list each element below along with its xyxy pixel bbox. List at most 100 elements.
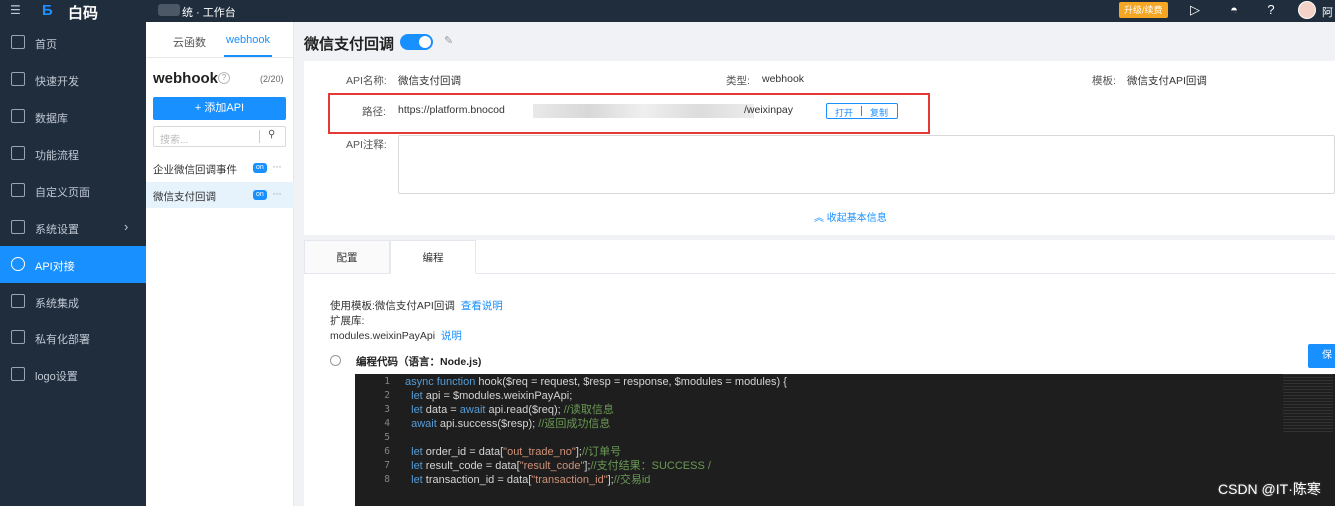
sidebar-item-label: logo设置: [35, 371, 78, 383]
code-label: 编程代码（语言：Node.js): [356, 356, 482, 368]
code-line: 2 let api = $modules.weixinPayApi;: [355, 389, 1335, 403]
code-line: 4 await api.success($resp); //返回成功信息: [355, 417, 1335, 431]
editor-card: 配置 编程 使用模板:微信支付API回调 查看说明 扩展库: modules.w…: [304, 240, 1335, 506]
view-doc-link[interactable]: 查看说明: [461, 300, 503, 312]
ext-label: 扩展库:: [330, 315, 365, 327]
sidebar-item-api[interactable]: API对接: [0, 246, 146, 283]
flow-icon: [11, 146, 25, 160]
usage-template-value: 微信支付API回调: [374, 300, 455, 312]
edit-icon[interactable]: ✎: [444, 34, 453, 47]
tab-programming[interactable]: 编程: [390, 240, 476, 274]
sidebar-item-private-deploy[interactable]: 私有化部署: [0, 319, 146, 356]
active-tab-indicator: [224, 55, 272, 57]
search-input[interactable]: 搜索...: [153, 126, 286, 147]
api-comment-field[interactable]: [398, 135, 1335, 194]
path-label: 路径:: [362, 106, 386, 118]
api-count: (2/20): [260, 74, 284, 84]
ext-doc-link[interactable]: 说明: [441, 330, 462, 342]
line-number: 6: [384, 446, 390, 457]
sidebar-item-label: 系统集成: [35, 298, 79, 310]
panel-title: webhook: [153, 70, 219, 87]
top-bar: ☰ Ƃ 白码 统 · 工作台 升级/续费 ▷ ◓ ? 阿: [0, 0, 1335, 22]
path-value-prefix: https://platform.bnocod: [398, 104, 505, 116]
add-api-button[interactable]: + 添加API: [153, 97, 286, 120]
logo-text: 白码: [68, 5, 99, 22]
code-line: 3 let data = await api.read($req); //读取信…: [355, 403, 1335, 417]
line-number: 8: [384, 474, 390, 485]
help-icon[interactable]: ?: [218, 72, 230, 84]
sidebar-item-label: 私有化部署: [35, 334, 90, 346]
sidebar-item-label: 功能流程: [35, 150, 79, 162]
list-item[interactable]: 企业微信回调事件 on ···: [146, 155, 294, 181]
upgrade-button[interactable]: 升级/续费: [1119, 2, 1168, 18]
status-badge: on: [253, 190, 267, 200]
sidebar-item-logo[interactable]: logo设置: [0, 356, 146, 393]
enable-toggle[interactable]: [400, 34, 433, 50]
code-line: 6 let order_id = data["out_trade_no"];//…: [355, 445, 1335, 459]
type-label: 类型:: [726, 75, 750, 87]
code-radio[interactable]: [330, 355, 341, 366]
path-value-suffix: /weixinpay: [744, 104, 794, 116]
code-text: let api = $modules.weixinPayApi;: [411, 390, 573, 402]
chevron-up-icon: ︽: [814, 213, 827, 224]
play-icon[interactable]: ▷: [1187, 2, 1203, 18]
sidebar-item-home[interactable]: 首页: [0, 24, 146, 61]
chevron-right-icon: ›: [124, 219, 129, 234]
sidebar-item-database[interactable]: 数据库: [0, 98, 146, 135]
code-text: let result_code = data["result_code"];//…: [411, 460, 711, 472]
sidebar-item-custom-page[interactable]: 自定义页面: [0, 172, 146, 209]
help-icon[interactable]: ?: [1263, 2, 1279, 18]
code-minimap[interactable]: [1283, 374, 1333, 434]
api-name-label: API名称:: [346, 75, 387, 87]
search-icon[interactable]: ⚲: [268, 129, 275, 140]
tab-webhook[interactable]: webhook: [226, 34, 270, 46]
copy-button[interactable]: 复制: [870, 106, 888, 119]
sidebar-item-flow[interactable]: 功能流程: [0, 135, 146, 172]
divider: [861, 106, 862, 116]
api-list-panel: 云函数 webhook webhook ? (2/20) + 添加API 搜索.…: [146, 22, 294, 506]
path-actions: 打开 复制: [826, 103, 898, 119]
line-number: 4: [384, 418, 390, 429]
layers-icon: [11, 294, 25, 308]
code-text: async function hook($req = request, $res…: [405, 376, 787, 388]
sidebar-item-quick-dev[interactable]: 快速开发: [0, 61, 146, 98]
code-line: 5: [355, 431, 1335, 445]
main-content: 微信支付回调 ✎ API名称: 微信支付回调 类型: webhook 模板: 微…: [294, 22, 1335, 506]
search-divider: [259, 130, 260, 143]
user-name[interactable]: 阿: [1322, 4, 1333, 20]
headset-icon[interactable]: ◓: [1226, 2, 1242, 18]
redacted-text: [533, 104, 754, 118]
more-icon[interactable]: ···: [272, 159, 282, 173]
template-label: 模板:: [1092, 75, 1116, 87]
open-button[interactable]: 打开: [835, 106, 853, 119]
menu-fold-icon[interactable]: ☰: [10, 3, 21, 17]
server-icon: [11, 330, 25, 344]
line-number: 3: [384, 404, 390, 415]
redacted-text: [158, 4, 180, 16]
usage-template-line: 使用模板:微信支付API回调 查看说明: [330, 298, 503, 313]
save-button[interactable]: 保: [1308, 344, 1335, 368]
home-icon: [11, 35, 25, 49]
usage-template-label: 使用模板:: [330, 300, 375, 312]
logo-icon: Ƃ: [42, 2, 53, 19]
logo-icon: [11, 367, 25, 381]
tab-config[interactable]: 配置: [304, 240, 390, 274]
database-icon: [11, 109, 25, 123]
ext-value: modules.weixinPayApi: [330, 330, 436, 342]
sidebar-item-integration[interactable]: 系统集成: [0, 283, 146, 320]
watermark: CSDN @IT·陈寒: [1218, 481, 1321, 497]
sidebar: 首页 快速开发 数据库 功能流程 自定义页面 系统设置 › API对接 系统集成…: [0, 22, 146, 506]
code-line: 7 let result_code = data["result_code"];…: [355, 459, 1335, 473]
collapse-info-button[interactable]: ︽ 收起基本信息: [814, 209, 887, 224]
code-text: let data = await api.read($req); //读取信息: [411, 404, 614, 416]
basic-info-card: API名称: 微信支付回调 类型: webhook 模板: 微信支付API回调 …: [304, 61, 1335, 235]
sidebar-item-settings[interactable]: 系统设置 ›: [0, 209, 146, 246]
avatar[interactable]: [1298, 1, 1316, 19]
tab-cloud-function[interactable]: 云函数: [173, 34, 206, 50]
status-badge: on: [253, 163, 267, 173]
code-editor[interactable]: 1 async function hook($req = request, $re…: [355, 374, 1335, 506]
more-icon[interactable]: ···: [272, 186, 282, 200]
line-number: 7: [384, 460, 390, 471]
list-item[interactable]: 微信支付回调 on ···: [146, 182, 294, 208]
tab-divider: [146, 57, 294, 58]
